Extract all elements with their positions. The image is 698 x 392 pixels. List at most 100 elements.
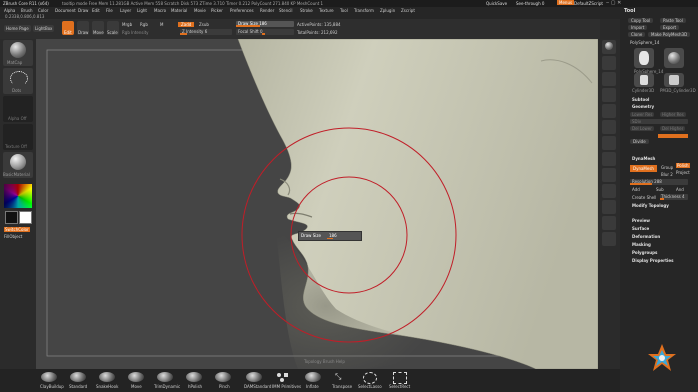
sub-button[interactable]: Sub (656, 187, 664, 192)
masking-section[interactable]: Masking (632, 242, 651, 247)
floor-icon[interactable] (602, 152, 616, 166)
menu-movie[interactable]: Movie (194, 8, 206, 13)
lower-res-button[interactable]: Lower Res (630, 112, 655, 117)
actual-icon[interactable] (602, 104, 616, 118)
brush-pinch[interactable] (215, 372, 231, 382)
higher-res-button[interactable]: Higher Res (660, 112, 686, 117)
aahalf-icon[interactable] (602, 120, 616, 134)
imm-primitives-icon[interactable] (276, 372, 292, 382)
geometry-section[interactable]: Geometry (632, 104, 654, 109)
menu-transform[interactable]: Transform (354, 8, 374, 13)
draw-size-slider[interactable]: Draw Size 186 (236, 21, 294, 27)
brush-snakehook[interactable] (99, 372, 115, 382)
default-zscript-button[interactable]: DefaultZScript (574, 1, 603, 6)
zsub-toggle[interactable]: Zsub (199, 22, 209, 27)
local-icon[interactable] (602, 168, 616, 182)
preview-section[interactable]: Preview (632, 218, 650, 223)
fill-object-button[interactable]: FillObject (4, 234, 22, 239)
del-higher-button[interactable]: Del Higher (660, 126, 686, 131)
main-color-swatch[interactable] (19, 211, 32, 224)
menu-zplugin[interactable]: Zplugin (380, 8, 395, 13)
see-through-slider[interactable]: See-through 0 (516, 1, 544, 6)
spix-icon[interactable] (602, 56, 616, 70)
menu-edit[interactable]: Edit (92, 8, 100, 13)
menu-document[interactable]: Document (55, 8, 76, 13)
menu-zscript[interactable]: Zscript (401, 8, 415, 13)
secondary-color-swatch[interactable] (5, 211, 18, 224)
surface-section[interactable]: Surface (632, 226, 649, 231)
persp-icon[interactable] (602, 136, 616, 150)
sdiv-slider[interactable]: SDiv (630, 119, 688, 124)
menu-stroke[interactable]: Stroke (300, 8, 313, 13)
tool-thumb-simplebrush[interactable] (634, 73, 654, 87)
menu-preferences[interactable]: Preferences (230, 8, 254, 13)
export-button[interactable]: Export (660, 25, 680, 30)
deformation-section[interactable]: Deformation (632, 234, 660, 239)
rotate-view-icon[interactable] (602, 232, 616, 246)
lightbox-button[interactable]: LightBox (33, 25, 55, 32)
switch-color-button[interactable]: SwitchColor (4, 227, 30, 232)
clone-button[interactable]: Clone (628, 32, 646, 37)
tool-thumb-cylinder[interactable] (664, 73, 684, 87)
brush-standard[interactable] (70, 372, 86, 382)
menu-picker[interactable]: Picker (211, 8, 223, 13)
mrgb-toggle[interactable]: Mrgb (122, 22, 132, 27)
move-button[interactable]: Move (92, 21, 104, 35)
menu-brush[interactable]: Brush (21, 8, 33, 13)
tool-thumb-polysphere[interactable] (664, 48, 684, 68)
viewport-scene[interactable] (36, 39, 598, 369)
resolution-slider[interactable]: Resolution 288 (630, 179, 688, 185)
rgb-toggle[interactable]: Rgb (140, 22, 148, 27)
zoom-icon[interactable] (602, 88, 616, 102)
focal-shift-slider[interactable]: Focal Shift 0 (236, 29, 294, 35)
menu-texture[interactable]: Texture (319, 8, 334, 13)
scroll-icon[interactable] (602, 72, 616, 86)
document-canvas[interactable]: Draw Size 186 Topology Brush Help (36, 39, 598, 369)
dynamesh-section[interactable]: DynaMesh (632, 156, 655, 161)
window-controls-icon[interactable]: ‒ ▢ ✕ (606, 0, 621, 6)
add-button[interactable]: Add (632, 187, 640, 192)
menu-macro[interactable]: Macro (154, 8, 166, 13)
polygroups-section[interactable]: Polygroups (632, 250, 657, 255)
material-button[interactable]: MatCap (3, 40, 33, 66)
basic-material-button[interactable]: BasicMaterial (3, 152, 33, 178)
bpr-sphere-icon[interactable] (602, 40, 616, 54)
move-view-icon[interactable] (602, 216, 616, 230)
brush-damstandard[interactable] (246, 372, 262, 382)
draw-size-popup[interactable]: Draw Size 186 (298, 231, 362, 241)
divide-button[interactable]: Divide (630, 139, 649, 144)
home-page-button[interactable]: Home Page (4, 25, 31, 32)
import-button[interactable]: Import (628, 25, 648, 30)
brush-claybuildup[interactable] (41, 372, 57, 382)
menu-alpha[interactable]: Alpha (4, 8, 15, 13)
brush-trimdynamic[interactable] (157, 372, 173, 382)
edit-button[interactable]: Edit (62, 21, 74, 35)
menu-file[interactable]: File (106, 8, 113, 13)
z-intensity-slider[interactable]: Z Intensity 6 (180, 29, 232, 35)
brush-inflate[interactable] (305, 372, 321, 382)
select-lasso-icon[interactable] (363, 372, 377, 384)
menu-tool[interactable]: Tool (340, 8, 348, 13)
paste-tool-button[interactable]: Paste Tool (660, 18, 686, 23)
menu-render[interactable]: Render (260, 8, 274, 13)
subtool-section[interactable]: Subtool (632, 97, 649, 102)
polish-toggle[interactable]: Polish (676, 163, 690, 168)
brush-hpolish[interactable] (186, 372, 202, 382)
tool-thumb-current[interactable] (634, 48, 654, 68)
zadd-toggle[interactable]: Zadd (178, 22, 195, 27)
blur-slider[interactable]: Blur 2 (661, 172, 673, 177)
menu-color[interactable]: Color (38, 8, 48, 13)
rgb-intensity-slider[interactable]: Rgb Intensity (122, 30, 149, 35)
project-toggle[interactable]: Project (676, 170, 690, 175)
copy-tool-button[interactable]: Copy Tool (628, 18, 654, 23)
select-rect-icon[interactable] (393, 372, 407, 384)
menu-stencil[interactable]: Stencil (279, 8, 293, 13)
quicksave-button[interactable]: QuickSave (486, 1, 507, 6)
modify-topology-section[interactable]: Modify Topology (632, 203, 669, 208)
transpose-icon[interactable]: ⤡ (335, 372, 349, 382)
stroke-button[interactable]: Dots (3, 68, 33, 94)
alpha-button[interactable]: Alpha Off (3, 96, 33, 122)
del-lower-button[interactable]: Del Lower (630, 126, 654, 131)
brush-move[interactable] (128, 372, 144, 382)
color-picker[interactable] (4, 184, 32, 208)
